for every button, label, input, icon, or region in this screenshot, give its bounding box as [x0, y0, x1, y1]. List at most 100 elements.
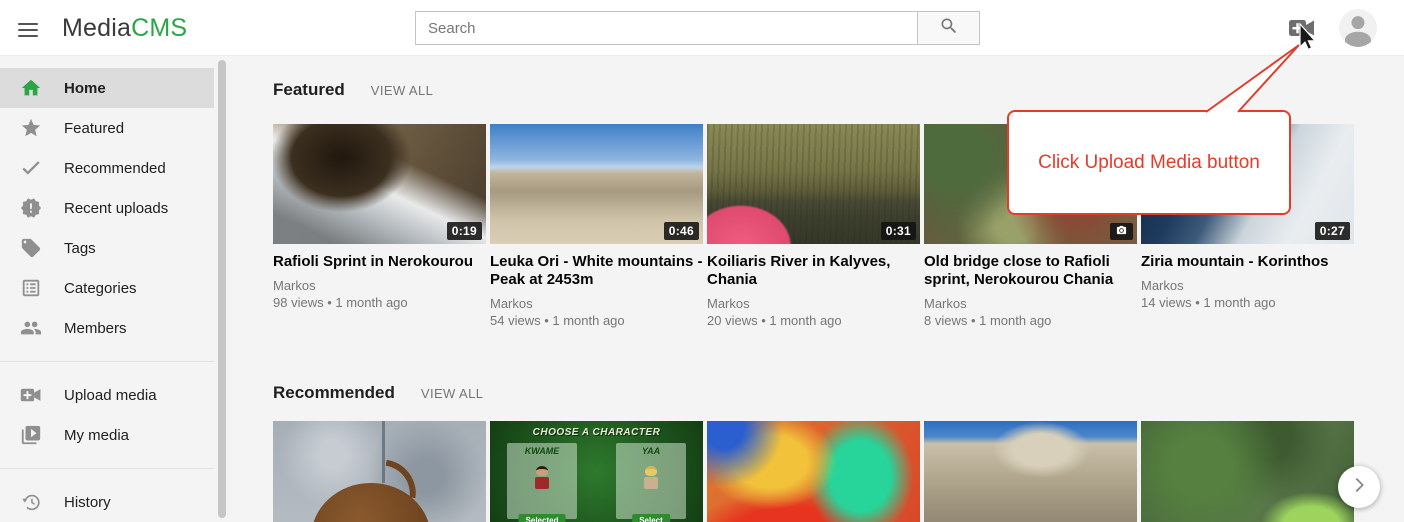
sidebar-item-history[interactable]: History	[0, 482, 214, 522]
game-character-panel: KWAME Selected	[507, 443, 577, 519]
logo-cms: CMS	[131, 14, 187, 42]
media-author[interactable]: Markos	[924, 295, 1137, 312]
media-author[interactable]: Markos	[490, 295, 703, 312]
sidebar-item-label: Featured	[64, 120, 124, 137]
media-card	[707, 421, 920, 522]
game-character-name: YAA	[616, 446, 686, 456]
search-input[interactable]	[415, 11, 917, 45]
media-thumbnail[interactable]	[1141, 421, 1354, 522]
sidebar-item-label: Upload media	[64, 387, 157, 404]
media-card	[924, 421, 1137, 522]
search-bar	[415, 11, 980, 45]
app-logo[interactable]: MediaCMS	[62, 0, 187, 56]
callout-text: Click Upload Media button	[1038, 152, 1260, 174]
media-card	[1141, 421, 1354, 522]
sidebar-item-label: Members	[64, 320, 127, 337]
sidebar-scrollbar	[218, 58, 226, 520]
media-meta: 20 views • 1 month ago	[707, 312, 920, 329]
sidebar-item-label: My media	[64, 427, 129, 444]
sidebar-divider	[0, 361, 214, 362]
camera-icon	[1110, 223, 1133, 240]
sidebar-item-label: Home	[64, 80, 106, 97]
game-character-panel: YAA Select	[616, 443, 686, 519]
media-card: 0:19 Rafioli Sprint in Nerokourou Markos…	[273, 124, 486, 347]
game-selected-button: Selected	[519, 514, 566, 522]
section-title-recommended: Recommended	[273, 383, 395, 403]
game-character-sprite	[643, 466, 659, 492]
featured-view-all-link[interactable]: VIEW ALL	[371, 83, 433, 98]
media-title[interactable]: Leuka Ori - White mountains - Peak at 24…	[490, 253, 703, 289]
sidebar-item-recommended[interactable]: Recommended	[0, 148, 214, 188]
carousel-next-button[interactable]	[1338, 466, 1380, 508]
my-media-icon	[20, 424, 42, 446]
members-icon	[20, 317, 42, 339]
logo-media: Media	[62, 14, 131, 42]
categories-icon	[20, 277, 42, 299]
media-meta: 54 views • 1 month ago	[490, 312, 703, 329]
media-author[interactable]: Markos	[1141, 277, 1354, 294]
sidebar-item-categories[interactable]: Categories	[0, 268, 214, 308]
media-thumbnail[interactable]: 0:46	[490, 124, 703, 244]
media-thumbnail[interactable]	[707, 421, 920, 522]
duration-badge: 0:27	[1315, 222, 1350, 240]
sidebar: Home Featured Recommended Recent uploads…	[0, 56, 214, 522]
media-title[interactable]: Ziria mountain - Korinthos	[1141, 253, 1354, 271]
media-author[interactable]: Markos	[707, 295, 920, 312]
media-thumbnail[interactable]: 0:19	[273, 124, 486, 244]
media-card	[273, 421, 486, 522]
search-button[interactable]	[917, 11, 980, 45]
top-bar: MediaCMS	[0, 0, 1404, 56]
sidebar-item-label: Recent uploads	[64, 200, 168, 217]
recommended-section: Recommended VIEW ALL CHOOSE A CHARACTER …	[273, 383, 1404, 522]
media-thumbnail[interactable]	[924, 421, 1137, 522]
game-character-sprite	[534, 466, 550, 492]
media-thumbnail[interactable]	[273, 421, 486, 522]
section-title-featured: Featured	[273, 80, 345, 100]
search-icon	[939, 16, 959, 41]
recommended-view-all-link[interactable]: VIEW ALL	[421, 386, 483, 401]
sidebar-item-recent-uploads[interactable]: Recent uploads	[0, 188, 214, 228]
media-meta: 14 views • 1 month ago	[1141, 294, 1354, 311]
game-select-button: Select	[632, 514, 670, 522]
media-card: 0:31 Koiliaris River in Kalyves, Chania …	[707, 124, 920, 347]
media-thumbnail[interactable]: CHOOSE A CHARACTER KWAME Selected YAA	[490, 421, 703, 522]
media-meta: 8 views • 1 month ago	[924, 312, 1137, 329]
sidebar-divider	[0, 468, 214, 469]
sidebar-item-featured[interactable]: Featured	[0, 108, 214, 148]
pumpkin-stem-art	[382, 460, 420, 498]
media-card: 0:46 Leuka Ori - White mountains - Peak …	[490, 124, 703, 347]
media-card: CHOOSE A CHARACTER KWAME Selected YAA	[490, 421, 703, 522]
tag-icon	[20, 237, 42, 259]
sidebar-item-tags[interactable]: Tags	[0, 228, 214, 268]
sidebar-item-upload-media[interactable]: Upload media	[0, 375, 214, 415]
chevron-right-icon	[1348, 474, 1370, 501]
sidebar-item-label: History	[64, 494, 111, 511]
media-title[interactable]: Old bridge close to Rafioli sprint, Nero…	[924, 253, 1137, 289]
new-releases-icon	[20, 197, 42, 219]
game-heading: CHOOSE A CHARACTER	[490, 427, 703, 438]
sidebar-scrollbar-thumb[interactable]	[218, 60, 226, 518]
user-avatar[interactable]	[1339, 9, 1377, 47]
duration-badge: 0:19	[447, 222, 482, 240]
callout-bubble: Click Upload Media button	[1007, 110, 1291, 215]
upload-media-button[interactable]	[1288, 17, 1316, 39]
sidebar-item-label: Recommended	[64, 160, 166, 177]
sidebar-item-members[interactable]: Members	[0, 308, 214, 348]
media-author[interactable]: Markos	[273, 277, 486, 294]
home-icon	[20, 77, 42, 99]
upload-media-icon	[20, 384, 42, 406]
star-icon	[20, 117, 42, 139]
media-title[interactable]: Koiliaris River in Kalyves, Chania	[707, 253, 920, 289]
game-character-name: KWAME	[507, 446, 577, 456]
sidebar-item-label: Tags	[64, 240, 96, 257]
sidebar-item-my-media[interactable]: My media	[0, 415, 214, 455]
hamburger-menu-icon[interactable]	[16, 17, 40, 39]
check-icon	[20, 157, 42, 179]
media-thumbnail[interactable]: 0:31	[707, 124, 920, 244]
duration-badge: 0:46	[664, 222, 699, 240]
person-icon	[1339, 34, 1377, 47]
media-title[interactable]: Rafioli Sprint in Nerokourou	[273, 253, 486, 271]
history-icon	[20, 491, 42, 513]
sidebar-item-home[interactable]: Home	[0, 68, 214, 108]
sidebar-item-label: Categories	[64, 280, 137, 297]
